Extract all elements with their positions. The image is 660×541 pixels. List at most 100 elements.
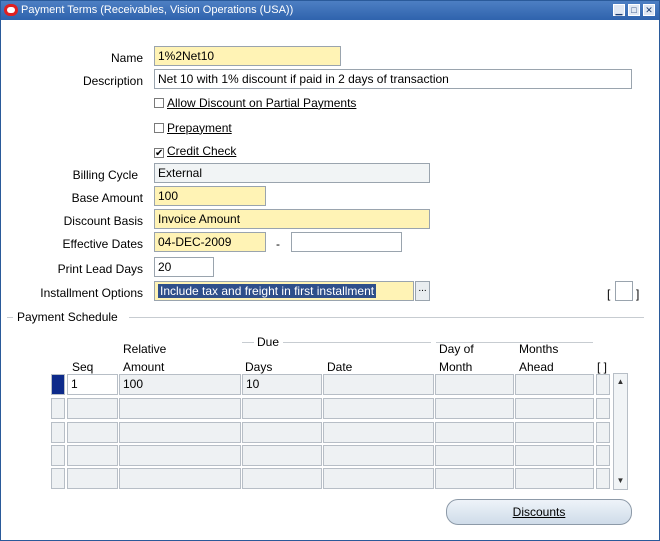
description-field[interactable]: Net 10 with 1% discount if paid in 2 day…	[154, 69, 632, 89]
day-of-month-cell[interactable]	[435, 422, 514, 443]
row-flexfield-cell[interactable]	[596, 445, 610, 466]
row-flexfield-cell[interactable]	[596, 422, 610, 443]
discounts-button[interactable]: Discounts	[446, 499, 632, 525]
description-label: Description	[82, 74, 143, 88]
day-of-month-cell[interactable]	[435, 398, 514, 419]
days-cell[interactable]: 10	[242, 374, 322, 395]
row-selector[interactable]	[51, 445, 65, 466]
row-selector[interactable]	[51, 422, 65, 443]
days-header: Days	[245, 360, 273, 374]
allow-discount-checkbox[interactable]: Allow Discount on Partial Payments	[154, 96, 356, 110]
day-of-month-header-1: Day of	[439, 342, 474, 356]
name-field[interactable]: 1%2Net10	[154, 46, 341, 66]
effective-dates-label: Effective Dates	[62, 237, 143, 251]
oracle-logo-icon	[4, 4, 18, 16]
due-group-header: Due	[257, 335, 280, 349]
row-flexfield-cell[interactable]	[596, 468, 610, 489]
print-lead-days-label: Print Lead Days	[57, 262, 143, 276]
days-cell[interactable]	[242, 445, 322, 466]
credit-check-label: Credit Check	[167, 144, 237, 158]
amount-cell[interactable]	[119, 468, 241, 489]
minimize-button[interactable]: ▁	[613, 4, 625, 16]
prepayment-checkbox[interactable]: Prepayment	[154, 121, 232, 135]
seq-cell[interactable]	[67, 445, 118, 466]
amount-cell[interactable]: 100	[119, 374, 241, 395]
base-amount-label: Base Amount	[71, 191, 143, 205]
date-cell[interactable]	[323, 445, 434, 466]
base-amount-field[interactable]: 100	[154, 186, 266, 206]
billing-cycle-field[interactable]: External	[154, 163, 430, 183]
date-cell[interactable]	[323, 374, 434, 395]
close-button[interactable]: ✕	[643, 4, 655, 16]
row-selector[interactable]	[51, 468, 65, 489]
installment-options-value: Include tax and freight in first install…	[158, 284, 377, 298]
effective-to-field[interactable]	[291, 232, 402, 252]
row-selector[interactable]	[51, 374, 65, 395]
date-header: Date	[327, 360, 353, 374]
seq-header: Seq	[72, 360, 94, 374]
flexfield-header: [ ]	[597, 360, 608, 374]
day-of-month-header-2: Month	[439, 360, 473, 374]
due-group-line-left	[242, 342, 254, 343]
months-ahead-header-1: Months	[519, 342, 559, 356]
effective-from-field[interactable]: 04-DEC-2009	[154, 232, 266, 252]
months-ahead-cell[interactable]	[515, 398, 594, 419]
billing-cycle-label: Billing Cycle	[72, 168, 138, 182]
days-cell[interactable]	[242, 468, 322, 489]
descriptive-flexfield[interactable]	[615, 281, 633, 301]
day-of-month-cell[interactable]	[435, 374, 514, 395]
due-group-line-right	[283, 342, 431, 343]
seq-cell[interactable]	[67, 398, 118, 419]
date-cell[interactable]	[323, 398, 434, 419]
name-label: Name	[110, 51, 143, 65]
maximize-button[interactable]: □	[628, 4, 640, 16]
schedule-scrollbar[interactable]: ▲ ▼	[613, 373, 628, 490]
window-title: Payment Terms (Receivables, Vision Opera…	[21, 4, 294, 16]
row-flexfield-cell[interactable]	[596, 398, 610, 419]
date-separator: -	[276, 237, 280, 251]
installment-options-lov-button[interactable]: ...	[415, 281, 430, 301]
descriptive-flexfield-bracket-open: [	[607, 287, 611, 301]
prepayment-label: Prepayment	[167, 121, 232, 135]
amount-cell[interactable]	[119, 398, 241, 419]
allow-discount-box[interactable]	[154, 98, 164, 108]
discount-basis-label: Discount Basis	[63, 214, 143, 228]
scroll-down-arrow-icon[interactable]: ▼	[616, 476, 625, 485]
relative-amount-header-1: Relative	[123, 342, 167, 356]
installment-options-label: Installment Options	[40, 286, 143, 300]
seq-cell[interactable]	[67, 422, 118, 443]
date-cell[interactable]	[323, 468, 434, 489]
months-ahead-cell[interactable]	[515, 422, 594, 443]
date-cell[interactable]	[323, 422, 434, 443]
amount-cell[interactable]	[119, 422, 241, 443]
seq-cell[interactable]: 1	[67, 374, 118, 395]
prepayment-box[interactable]	[154, 123, 164, 133]
title-bar: Payment Terms (Receivables, Vision Opera…	[1, 1, 659, 20]
day-of-month-cell[interactable]	[435, 468, 514, 489]
discount-basis-field[interactable]: Invoice Amount	[154, 209, 430, 229]
payment-schedule-divider	[129, 317, 644, 318]
days-cell[interactable]	[242, 398, 322, 419]
seq-cell[interactable]	[67, 468, 118, 489]
months-ahead-cell[interactable]	[515, 468, 594, 489]
payment-schedule-divider-left	[7, 317, 13, 318]
credit-check-checkbox[interactable]: ✔ Credit Check	[154, 144, 237, 159]
credit-check-box[interactable]: ✔	[154, 148, 164, 159]
payment-terms-window: Payment Terms (Receivables, Vision Opera…	[0, 0, 660, 541]
row-selector[interactable]	[51, 398, 65, 419]
amount-cell[interactable]	[119, 445, 241, 466]
day-of-month-cell[interactable]	[435, 445, 514, 466]
relative-amount-header-2: Amount	[123, 360, 165, 374]
days-cell[interactable]	[242, 422, 322, 443]
payment-schedule-title: Payment Schedule	[17, 310, 118, 324]
months-ahead-header-2: Ahead	[519, 360, 554, 374]
installment-options-field[interactable]: Include tax and freight in first install…	[154, 281, 414, 301]
allow-discount-label: Allow Discount on Partial Payments	[167, 96, 357, 110]
descriptive-flexfield-bracket-close: ]	[636, 287, 640, 301]
row-flexfield-cell[interactable]	[596, 374, 610, 395]
months-ahead-cell[interactable]	[515, 445, 594, 466]
months-ahead-cell[interactable]	[515, 374, 594, 395]
print-lead-days-field[interactable]: 20	[154, 257, 214, 277]
scroll-up-arrow-icon[interactable]: ▲	[616, 377, 625, 386]
discounts-button-label: Discounts	[512, 505, 566, 519]
